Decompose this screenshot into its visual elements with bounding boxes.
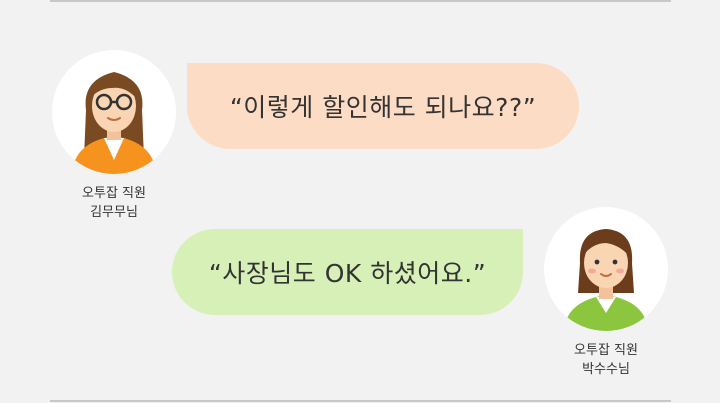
woman-glasses-avatar-icon — [72, 72, 156, 174]
message-text: “사장님도 OK 하셨어요.” — [208, 259, 487, 288]
speaker-name: 박수수님 — [582, 362, 630, 377]
speaker-caption-baksusu: 오투잡 직원 박수수님 — [544, 341, 668, 379]
speech-bubble-baksusu: “사장님도 OK 하셨어요.” — [172, 229, 523, 315]
speech-bubble-kimmumu: “이렇게 할인해도 되나요??” — [187, 63, 579, 149]
woman-avatar-icon — [564, 229, 648, 331]
bottom-divider — [50, 400, 671, 402]
top-divider — [50, 0, 671, 2]
speaker-role: 오투잡 직원 — [82, 186, 146, 201]
speaker-name: 김무무님 — [90, 205, 138, 220]
speaker-role: 오투잡 직원 — [574, 343, 638, 358]
speaker-caption-kimmumu: 오투잡 직원 김무무님 — [52, 184, 176, 222]
message-text: “이렇게 할인해도 되나요??” — [229, 93, 537, 122]
avatar-kimmumu — [52, 50, 176, 174]
avatar-baksusu — [544, 207, 668, 331]
